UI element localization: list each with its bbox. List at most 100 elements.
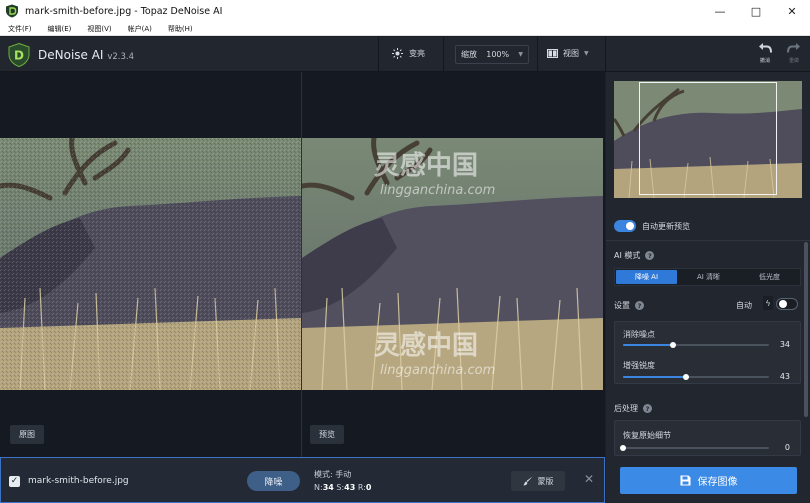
sun-icon — [392, 48, 403, 59]
original-image[interactable] — [0, 138, 301, 390]
app-name: DeNoise AI v2.3.4 — [38, 48, 134, 62]
menu-edit[interactable]: 编辑(E) — [40, 24, 80, 34]
logo-letter: D — [14, 49, 24, 63]
close-file-icon[interactable]: ✕ — [584, 472, 594, 486]
mask-button[interactable]: 蒙版 — [511, 471, 565, 491]
ai-mode-heading: AI 模式? — [614, 250, 655, 261]
menu-file[interactable]: 文件(F) — [0, 24, 40, 34]
post-processing-heading: 后处理? — [614, 403, 652, 414]
elk-photo-preview: 灵感中国 lingganchina.com 灵感中国 lingganchina.… — [302, 138, 603, 390]
auto-toggle[interactable] — [776, 298, 798, 310]
maximize-button[interactable]: □ — [738, 0, 774, 22]
tab-low-light[interactable]: 低光度 — [739, 269, 800, 285]
auto-label: 自动 — [736, 301, 752, 310]
title-bar: mark-smith-before.jpg - Topaz DeNoise AI… — [0, 0, 810, 22]
toolbar-divider — [605, 37, 606, 71]
file-name: mark-smith-before.jpg — [28, 476, 129, 486]
chevron-down-icon: ▼ — [584, 50, 589, 57]
panel-scrollbar[interactable] — [804, 242, 808, 417]
sharpen-value: 43 — [779, 372, 790, 381]
preview-label-button[interactable]: 预览 — [310, 425, 344, 444]
denoise-button[interactable]: 降噪 — [247, 471, 300, 491]
section-divider — [606, 240, 810, 241]
post-sliders: 恢复原始细节 0 — [614, 420, 801, 456]
magic-wand-icon[interactable]: ϟ — [763, 296, 773, 310]
auto-update-label: 自动更新预览 — [642, 221, 690, 231]
save-icon — [680, 475, 690, 486]
tab-ai-clear[interactable]: AI 清晰 — [678, 269, 739, 285]
view-menu-button[interactable]: 视图 ▼ — [547, 48, 589, 59]
settings-panel: 自动更新预览 AI 模式? 降噪 AI AI 清晰 低光度 设置? 自动 ϟ 消… — [606, 72, 810, 503]
image-workspace: 灵感中国 lingganchina.com 灵感中国 lingganchina.… — [0, 72, 605, 457]
sharpen-slider[interactable] — [623, 374, 769, 380]
ai-mode-tabs: 降噪 AI AI 清晰 低光度 — [614, 268, 801, 286]
help-icon[interactable]: ? — [645, 251, 655, 260]
split-view-icon — [547, 49, 558, 58]
help-icon[interactable]: ? — [635, 301, 644, 310]
mode-info: 模式: 手动 N:34 S:43 R:0 — [314, 468, 371, 494]
recover-detail-slider[interactable] — [620, 445, 769, 451]
settings-heading: 设置? — [614, 300, 644, 311]
view-label: 视图 — [563, 49, 579, 58]
zoom-select[interactable]: 缩放 100% ▼ — [455, 45, 529, 64]
minimize-button[interactable]: — — [702, 0, 738, 22]
window-controls: — □ ✕ — [702, 0, 810, 22]
brush-icon — [522, 476, 532, 486]
menu-help[interactable]: 帮助(H) — [160, 24, 201, 34]
original-label-button[interactable]: 原图 — [10, 425, 44, 444]
recover-detail-value: 0 — [784, 443, 790, 452]
app-name-text: DeNoise AI — [38, 48, 104, 62]
brighten-toggle[interactable]: 变亮 — [392, 48, 425, 59]
help-icon[interactable]: ? — [643, 404, 652, 413]
redo-label: 重做 — [788, 58, 799, 64]
auto-update-toggle[interactable] — [614, 220, 636, 232]
chevron-down-icon: ▼ — [518, 51, 523, 58]
toolbar-divider — [378, 37, 379, 71]
redo-icon — [787, 43, 800, 53]
menu-bar: 文件(F) 编辑(E) 视图(V) 帐户(A) 帮助(H) — [0, 22, 810, 36]
sharpen-label: 增强锐度 — [623, 361, 655, 370]
brighten-label: 变亮 — [409, 49, 425, 58]
save-label: 保存图像 — [697, 477, 738, 488]
svg-text:lingganchina.com: lingganchina.com — [380, 183, 495, 198]
undo-label: 撤消 — [759, 58, 770, 64]
file-checkbox[interactable]: ✓ — [9, 476, 20, 487]
file-bar[interactable]: ✓ mark-smith-before.jpg 降噪 模式: 手动 N:34 S… — [0, 457, 605, 503]
settings-summary: N:34 S:43 R:0 — [314, 483, 372, 492]
close-window-button[interactable]: ✕ — [774, 0, 810, 22]
app-version: v2.3.4 — [107, 52, 134, 62]
preview-image[interactable]: 灵感中国 lingganchina.com 灵感中国 lingganchina.… — [302, 138, 603, 390]
recover-detail-label: 恢复原始细节 — [623, 431, 671, 440]
svg-text:lingganchina.com: lingganchina.com — [380, 363, 495, 378]
menu-view[interactable]: 视图(V) — [79, 24, 119, 34]
navigator-thumbnail[interactable] — [614, 81, 802, 198]
svg-text:灵感中国: 灵感中国 — [374, 151, 478, 181]
mode-line: 模式: 手动 — [314, 470, 352, 479]
remove-noise-label: 消除噪点 — [623, 330, 655, 339]
auto-update-preview[interactable]: 自动更新预览 — [614, 220, 690, 232]
save-image-button[interactable]: 保存图像 — [620, 467, 797, 494]
svg-text:灵感中国: 灵感中国 — [374, 331, 478, 361]
top-toolbar: D DeNoise AI v2.3.4 变亮 缩放 100% ▼ 视图 ▼ — [0, 37, 810, 72]
tab-denoise-ai[interactable]: 降噪 AI — [616, 270, 677, 284]
zoom-label: 缩放 — [461, 50, 477, 59]
undo-button[interactable]: 撤消 — [756, 42, 774, 64]
remove-noise-value: 34 — [779, 340, 790, 349]
app-logo: D — [8, 43, 30, 67]
recover-value: 0 — [365, 483, 372, 492]
settings-sliders: 消除噪点 34 增强锐度 43 — [614, 321, 801, 384]
window-title: mark-smith-before.jpg - Topaz DeNoise AI — [25, 5, 223, 17]
toolbar-divider — [443, 37, 444, 71]
undo-icon — [759, 43, 772, 53]
elk-photo-original — [0, 138, 301, 390]
navigator-viewport-frame[interactable] — [639, 82, 777, 195]
toolbar-divider — [537, 37, 538, 71]
redo-button[interactable]: 重做 — [785, 42, 803, 64]
mask-label: 蒙版 — [537, 476, 554, 486]
sharpen-value: 43 — [344, 483, 356, 492]
noise-value: 34 — [322, 483, 334, 492]
menu-account[interactable]: 帐户(A) — [120, 24, 160, 34]
app-icon — [6, 4, 18, 18]
zoom-value: 100% — [486, 50, 510, 59]
remove-noise-slider[interactable] — [623, 342, 769, 348]
